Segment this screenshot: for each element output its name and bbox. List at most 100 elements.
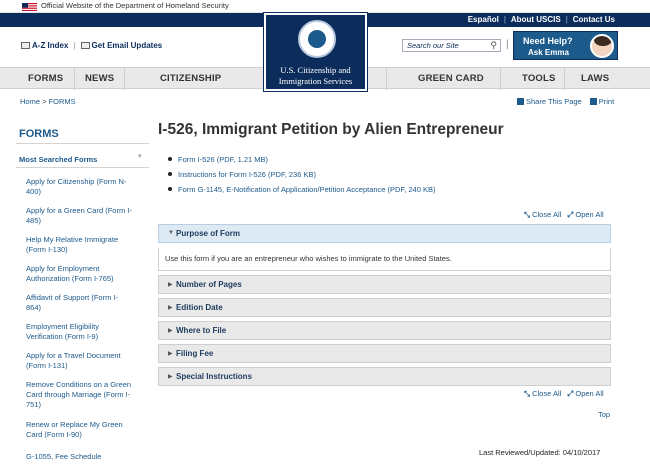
sidebar-item-i-864[interactable]: Affidavit of Support (Form I-864) — [26, 293, 132, 313]
accordion-label: Purpose of Form — [176, 229, 241, 238]
back-to-top-link[interactable]: Top — [598, 410, 610, 419]
need-help-label: Need Help? — [523, 36, 573, 46]
caret-right-icon: ▶ — [168, 305, 173, 311]
sidebar-item-g-1055[interactable]: G-1055, Fee Schedule — [26, 452, 132, 462]
page-title: I-526, Immigrant Petition by Alien Entre… — [158, 121, 504, 138]
separator: | — [503, 15, 506, 24]
close-all-button[interactable]: ⤡ Close All — [524, 389, 561, 399]
print-label: Print — [598, 97, 615, 106]
accordion-label: Number of Pages — [176, 280, 242, 289]
separator: | — [565, 15, 568, 24]
share-icon — [517, 98, 524, 105]
accordion-body: Use this form if you are an entrepreneur… — [158, 248, 611, 271]
nav-news[interactable]: NEWS — [85, 73, 114, 84]
sidebar-item-i-90[interactable]: Renew or Replace My Green Card (Form I-9… — [26, 420, 132, 440]
share-page-link[interactable]: Share This Page — [517, 97, 582, 106]
nav-forms[interactable]: FORMS — [28, 73, 63, 84]
az-index-link[interactable]: A-Z Index — [21, 41, 68, 50]
accordion-label: Edition Date — [176, 303, 223, 312]
search-placeholder: Search our Site — [407, 41, 459, 50]
separator: | — [506, 39, 509, 50]
expand-controls-bottom: ⤡ Close All ⤢ Open All — [524, 389, 604, 399]
sidebar-item-i-131[interactable]: Apply for a Travel Document (Form I-131) — [26, 351, 132, 371]
open-all-button[interactable]: ⤢ Open All — [567, 389, 603, 399]
open-all-label: Open All — [575, 210, 604, 219]
sidebar-title[interactable]: FORMS — [19, 128, 59, 140]
sidebar-divider — [16, 143, 149, 144]
book-icon — [21, 42, 30, 50]
accordion-label: Filing Fee — [176, 349, 214, 358]
sidebar-item-i-751[interactable]: Remove Conditions on a Green Card throug… — [26, 380, 132, 410]
open-all-button[interactable]: ⤢ Open All — [567, 210, 603, 220]
about-uscis-link[interactable]: About USCIS — [511, 15, 561, 24]
download-label: Instructions for Form I-526 (PDF, 236 KB… — [178, 170, 316, 179]
download-label: Form I-526 (PDF, 1.21 MB) — [178, 155, 269, 164]
breadcrumb-home[interactable]: Home — [20, 97, 40, 106]
nav-divider — [386, 68, 387, 90]
gov-banner-text: Official Website of the Department of Ho… — [41, 1, 229, 10]
accordion-label: Where to File — [176, 326, 227, 335]
accordion-purpose-of-form[interactable]: ▼ Purpose of Form — [158, 224, 611, 243]
sidebar-item-i-485[interactable]: Apply for a Green Card (Form I-485) — [26, 206, 132, 226]
bullet — [168, 172, 172, 176]
espanol-link[interactable]: Español — [468, 15, 499, 24]
caret-down-icon: ▼ — [168, 230, 174, 236]
expand-icon: ⤢ — [567, 389, 574, 398]
envelope-icon — [80, 42, 90, 50]
close-all-button[interactable]: ⤡ Close All — [524, 210, 561, 220]
close-all-label: Close All — [532, 210, 562, 219]
share-tools: Share This Page Print — [517, 97, 614, 106]
breadcrumb-separator: > — [42, 97, 47, 106]
dhs-seal-icon — [298, 20, 336, 58]
accordion-special-instructions[interactable]: ▶ Special Instructions — [158, 367, 611, 386]
search-icon[interactable]: ⚲ — [490, 40, 497, 51]
accordion-filing-fee[interactable]: ▶ Filing Fee — [158, 344, 611, 363]
nav-divider — [124, 68, 125, 90]
uscis-logo[interactable]: U.S. Citizenship and Immigration Service… — [264, 13, 367, 91]
collapse-icon: ⤡ — [524, 210, 530, 219]
bullet — [168, 187, 172, 191]
nav-citizenship[interactable]: CITIZENSHIP — [160, 73, 221, 84]
nav-tools[interactable]: TOOLS — [522, 73, 556, 84]
email-updates-link[interactable]: Get Email Updates — [80, 41, 163, 50]
download-label: Form G-1145, E-Notification of Applicati… — [178, 185, 436, 194]
breadcrumb: Home > FORMS — [20, 97, 76, 106]
caret-right-icon: ▶ — [168, 351, 173, 357]
caret-right-icon: ▶ — [168, 282, 173, 288]
most-searched-heading[interactable]: Most Searched Forms — [19, 155, 97, 164]
accordion-number-of-pages[interactable]: ▶ Number of Pages — [158, 275, 611, 294]
collapse-icon: ⤡ — [524, 389, 530, 398]
accordion-where-to-file[interactable]: ▶ Where to File — [158, 321, 611, 340]
purpose-text: Use this form if you are an entrepreneur… — [165, 254, 452, 263]
az-index-label: A-Z Index — [32, 41, 69, 50]
ask-emma-button[interactable]: Need Help? Ask Emma — [513, 31, 618, 60]
chevron-down-icon[interactable]: ▾ — [138, 152, 142, 160]
download-link-i-526[interactable]: Form I-526 (PDF, 1.21 MB) — [168, 155, 268, 164]
contact-us-link[interactable]: Contact Us — [573, 15, 615, 24]
breadcrumb-forms[interactable]: FORMS — [49, 97, 76, 106]
search-input[interactable]: Search our Site ⚲ — [402, 39, 501, 52]
nav-green-card[interactable]: GREEN CARD — [418, 73, 484, 84]
nav-laws[interactable]: LAWS — [581, 73, 609, 84]
print-link[interactable]: Print — [589, 97, 615, 106]
accordion-edition-date[interactable]: ▶ Edition Date — [158, 298, 611, 317]
sidebar-item-i-130[interactable]: Help My Relative Immigrate (Form I-130) — [26, 235, 132, 255]
expand-icon: ⤢ — [567, 210, 574, 219]
sidebar-item-i-9[interactable]: Employment Eligibility Verification (For… — [26, 322, 132, 342]
download-link-g-1145[interactable]: Form G-1145, E-Notification of Applicati… — [168, 185, 436, 194]
last-reviewed-text: Last Reviewed/Updated: 04/10/2017 — [479, 448, 601, 457]
logo-line-2: Immigration Services — [278, 76, 353, 86]
nav-divider — [74, 68, 75, 90]
us-flag-icon — [22, 3, 37, 11]
accordion-label: Special Instructions — [176, 372, 253, 381]
ask-emma-label: Ask Emma — [528, 48, 569, 57]
caret-right-icon: ▶ — [168, 328, 173, 334]
close-all-label: Close All — [532, 389, 562, 398]
email-updates-label: Get Email Updates — [91, 41, 163, 50]
separator: | — [73, 41, 76, 50]
emma-avatar — [590, 34, 614, 58]
sidebar-item-i-765[interactable]: Apply for Employment Authorization (Form… — [26, 264, 132, 284]
nav-divider — [564, 68, 565, 90]
download-link-i-526-instructions[interactable]: Instructions for Form I-526 (PDF, 236 KB… — [168, 170, 316, 179]
sidebar-item-n-400[interactable]: Apply for Citizenship (Form N-400) — [26, 177, 132, 197]
